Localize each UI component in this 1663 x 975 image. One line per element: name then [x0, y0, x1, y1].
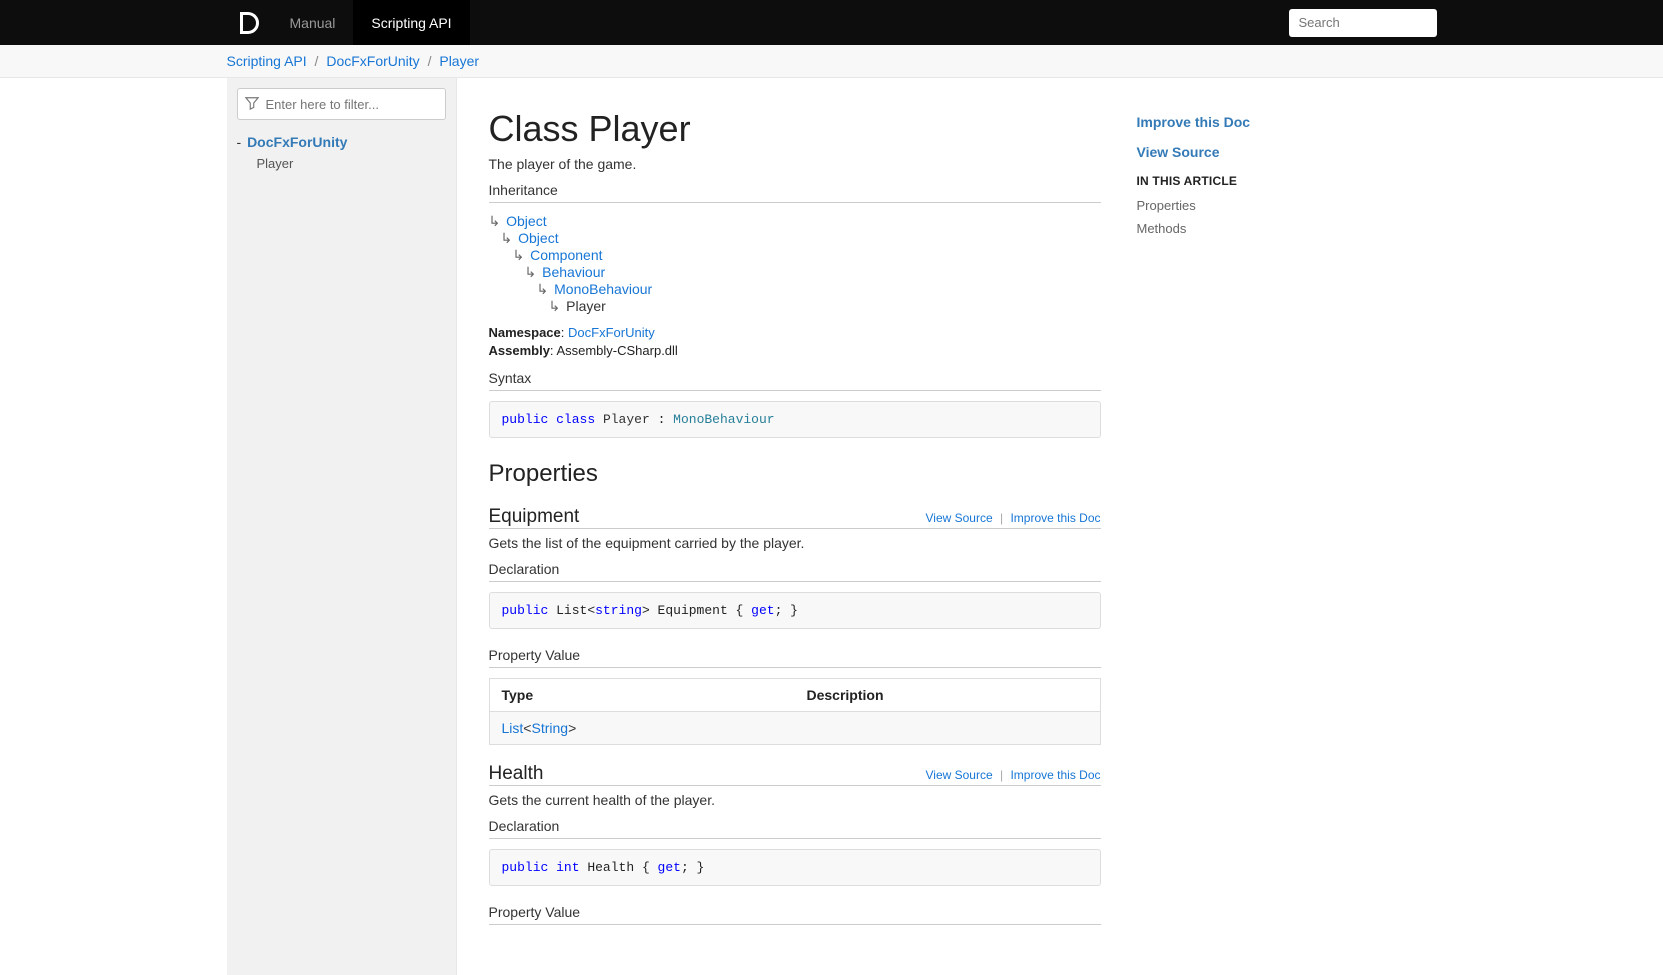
property-links: View Source | Improve this Doc: [926, 768, 1101, 782]
breadcrumb-bar: Scripting API / DocFxForUnity / Player: [0, 45, 1663, 78]
toc-root-link[interactable]: DocFxForUnity: [247, 134, 347, 150]
type-link-string[interactable]: String: [531, 720, 568, 736]
table-row: List<String>: [489, 712, 1100, 745]
toc-collapse-icon[interactable]: -: [237, 134, 242, 150]
inheritance-link-monobehaviour[interactable]: MonoBehaviour: [554, 281, 652, 297]
search-box: [1289, 9, 1437, 37]
properties-heading: Properties: [489, 460, 1101, 488]
affix-item-methods[interactable]: Methods: [1137, 221, 1312, 236]
tab-scripting-api[interactable]: Scripting API: [353, 0, 469, 45]
breadcrumb: Scripting API / DocFxForUnity / Player: [227, 45, 1437, 77]
filter-icon: [245, 96, 259, 113]
assembly-value: Assembly-CSharp.dll: [556, 343, 677, 358]
improve-doc-link[interactable]: Improve this Doc: [1010, 768, 1100, 782]
property-name-equipment: Equipment: [489, 506, 926, 528]
divider: [489, 838, 1101, 839]
syntax-code: public class Player : MonoBehaviour: [489, 401, 1101, 438]
divider: [489, 390, 1101, 391]
divider: [489, 202, 1101, 203]
namespace-label: Namespace: [489, 325, 561, 340]
breadcrumb-item-scripting-api[interactable]: Scripting API: [227, 53, 307, 69]
breadcrumb-sep: /: [315, 53, 319, 69]
inheritance-arrow-icon: ↳: [501, 230, 513, 246]
inheritance-arrow-icon: ↳: [537, 281, 549, 297]
assembly-label: Assembly: [489, 343, 550, 358]
header-inner: Manual Scripting API: [227, 0, 1437, 45]
nav-tabs: Manual Scripting API: [272, 0, 470, 45]
property-header-health: Health View Source | Improve this Doc: [489, 763, 1101, 786]
td-description: [795, 712, 1101, 745]
declaration-label: Declaration: [489, 561, 1101, 577]
filter-box: [237, 88, 446, 120]
top-header: Manual Scripting API: [0, 0, 1663, 45]
breadcrumb-item-player[interactable]: Player: [439, 53, 479, 69]
search-input[interactable]: [1289, 9, 1437, 37]
divider: [489, 924, 1101, 925]
tab-manual[interactable]: Manual: [272, 0, 354, 45]
toc-item-player[interactable]: Player: [257, 154, 446, 173]
inheritance-label: Inheritance: [489, 182, 1101, 198]
improve-doc-link[interactable]: Improve this Doc: [1010, 511, 1100, 525]
inheritance-link-behaviour[interactable]: Behaviour: [542, 264, 605, 280]
property-desc-equipment: Gets the list of the equipment carried b…: [489, 535, 1101, 551]
property-value-label: Property Value: [489, 647, 1101, 663]
property-links: View Source | Improve this Doc: [926, 511, 1101, 525]
toc-root: - DocFxForUnity Player: [237, 134, 446, 173]
th-type: Type: [489, 679, 795, 712]
breadcrumb-item-docfx[interactable]: DocFxForUnity: [326, 53, 419, 69]
sidebar: - DocFxForUnity Player: [227, 78, 457, 975]
pipe-sep: |: [1000, 768, 1003, 782]
inheritance-level: ↳ Object: [489, 230, 1101, 247]
td-type: List<String>: [489, 712, 795, 745]
inheritance-arrow-icon: ↳: [525, 264, 537, 280]
inheritance-level: ↳ MonoBehaviour: [489, 281, 1101, 298]
view-source-action[interactable]: View Source: [1137, 144, 1312, 160]
page-title: Class Player: [489, 108, 1101, 150]
layout-container: - DocFxForUnity Player Class Player The …: [227, 78, 1437, 975]
inheritance-arrow-icon: ↳: [513, 247, 525, 263]
divider: [489, 581, 1101, 582]
inheritance-arrow-icon: ↳: [489, 213, 501, 229]
toc-children: Player: [237, 154, 446, 173]
pipe-sep: |: [1000, 511, 1003, 525]
declaration-label: Declaration: [489, 818, 1101, 834]
inheritance-link-object[interactable]: Object: [506, 213, 546, 229]
assembly-line: Assembly: Assembly-CSharp.dll: [489, 343, 1101, 358]
namespace-line: Namespace: DocFxForUnity: [489, 325, 1101, 340]
property-value-label: Property Value: [489, 904, 1101, 920]
inheritance-level: ↳ Object: [489, 213, 1101, 230]
right-sidebar: Improve this Doc View Source IN THIS ART…: [1137, 108, 1312, 935]
health-decl-code: public int Health { get; }: [489, 849, 1101, 886]
equipment-decl-code: public List<string> Equipment { get; }: [489, 592, 1101, 629]
inheritance-level: ↳ Player: [489, 298, 1101, 315]
inheritance-arrow-icon: ↳: [549, 298, 561, 314]
inheritance-link-object2[interactable]: Object: [518, 230, 558, 246]
view-source-link[interactable]: View Source: [926, 511, 993, 525]
divider: [489, 667, 1101, 668]
logo-d-icon: [235, 9, 263, 37]
inheritance-tree: ↳ Object ↳ Object ↳ Component ↳ Behaviou…: [489, 213, 1101, 315]
filter-input[interactable]: [237, 88, 446, 120]
inheritance-current: Player: [566, 298, 606, 314]
equipment-value-table: Type Description List<String>: [489, 678, 1101, 745]
in-this-article-heading: IN THIS ARTICLE: [1137, 174, 1312, 188]
breadcrumb-sep: /: [428, 53, 432, 69]
improve-doc-action[interactable]: Improve this Doc: [1137, 114, 1312, 130]
inheritance-level: ↳ Behaviour: [489, 264, 1101, 281]
th-description: Description: [795, 679, 1101, 712]
page-summary: The player of the game.: [489, 156, 1101, 172]
inheritance-level: ↳ Component: [489, 247, 1101, 264]
syntax-label: Syntax: [489, 370, 1101, 386]
view-source-link[interactable]: View Source: [926, 768, 993, 782]
property-header-equipment: Equipment View Source | Improve this Doc: [489, 506, 1101, 529]
logo[interactable]: [227, 9, 272, 37]
affix-item-properties[interactable]: Properties: [1137, 198, 1312, 213]
main: Class Player The player of the game. Inh…: [457, 78, 1437, 975]
article: Class Player The player of the game. Inh…: [489, 108, 1101, 935]
property-desc-health: Gets the current health of the player.: [489, 792, 1101, 808]
type-link-list[interactable]: List: [502, 720, 524, 736]
property-name-health: Health: [489, 763, 926, 785]
namespace-link[interactable]: DocFxForUnity: [568, 325, 655, 340]
inheritance-link-component[interactable]: Component: [530, 247, 602, 263]
